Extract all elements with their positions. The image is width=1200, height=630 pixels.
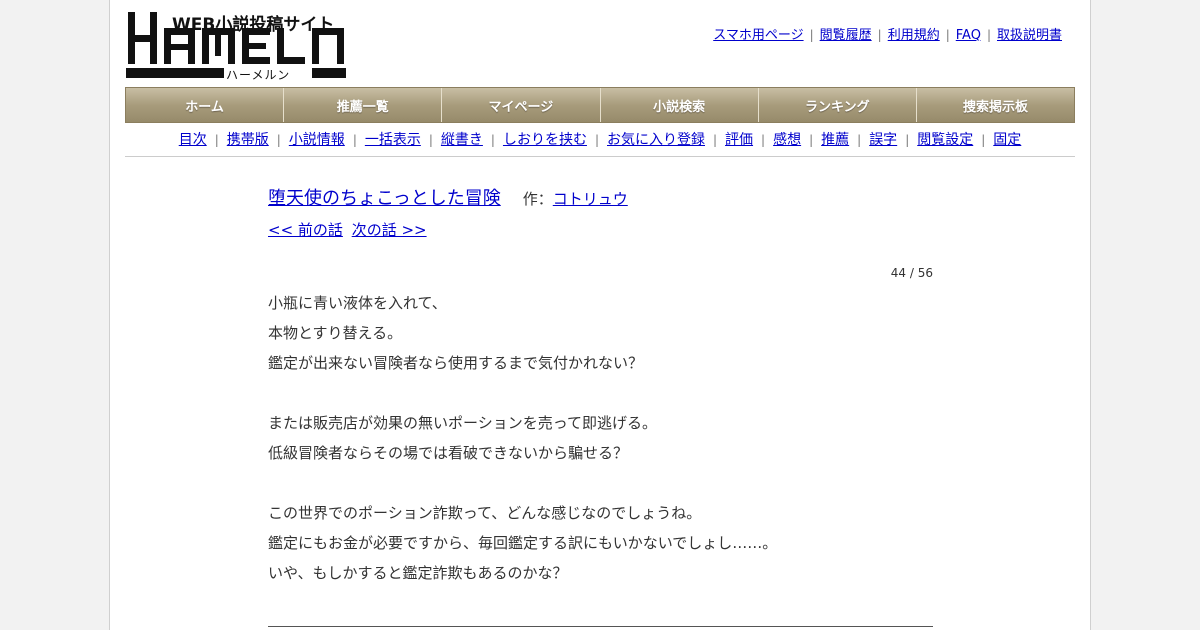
separator: |	[214, 133, 219, 147]
subnav-favorite[interactable]: お気に入り登録	[607, 132, 705, 148]
separator: |	[761, 133, 766, 147]
link-smartphone[interactable]: スマホ用ページ	[713, 28, 803, 43]
logo-kana: ハーメルン	[226, 68, 291, 82]
separator: |	[981, 133, 986, 147]
nav-ranking[interactable]: ランキング	[758, 88, 917, 122]
next-episode-link[interactable]: 次の話 >>	[352, 221, 427, 239]
separator: |	[857, 133, 862, 147]
subnav-comments[interactable]: 感想	[773, 132, 801, 148]
sub-nav: 目次 | 携帯版 | 小説情報 | 一括表示 | 縦書き | しおりを挟む | お気に入り登録 | 評価 | 感…	[125, 129, 1075, 149]
body-line: 鑑定にもお金が必要ですから、毎回鑑定する訳にもいかないでしょし……。	[268, 534, 778, 552]
separator: |	[490, 133, 495, 147]
body-line: いや、もしかすると鑑定詐欺もあるのかな？	[268, 564, 568, 582]
separator: |	[352, 133, 357, 147]
body-line	[268, 378, 933, 408]
subnav-vertical[interactable]: 縦書き	[441, 132, 483, 148]
separator: |	[428, 133, 433, 147]
subnav-show-all[interactable]: 一括表示	[365, 132, 421, 148]
divider	[125, 156, 1075, 157]
hameln-logo[interactable]: WEB小説投稿サイト ハーメルン	[126, 8, 346, 82]
subnav-toc[interactable]: 目次	[179, 132, 207, 148]
separator: |	[809, 133, 814, 147]
title-line: 堕天使のちょこっとした冒険 作：コトリュウ	[268, 184, 934, 210]
link-terms[interactable]: 利用規約	[888, 28, 940, 43]
separator: |	[877, 28, 882, 42]
author-label: 作：	[522, 190, 553, 208]
novel-title-link[interactable]: 堕天使のちょこっとした冒険	[268, 188, 501, 209]
logo-tagline: WEB小説投稿サイト	[172, 15, 335, 35]
author-link[interactable]: コトリュウ	[553, 190, 628, 208]
nav-mypage[interactable]: マイページ	[442, 88, 601, 122]
separator: |	[809, 28, 814, 42]
nav-recommend-list[interactable]: 推薦一覧	[284, 88, 443, 122]
body-line: この世界でのポーション詐欺って、どんな感じなのでしょうね。	[268, 504, 702, 522]
nav-search-board[interactable]: 捜索掲示板	[916, 88, 1075, 122]
separator: |	[986, 28, 991, 42]
separator: |	[713, 133, 718, 147]
body-line	[268, 468, 933, 498]
separator: |	[945, 28, 950, 42]
subnav-fixed[interactable]: 固定	[993, 132, 1021, 148]
subnav-rating[interactable]: 評価	[725, 132, 753, 148]
body-line: または販売店が効果の無いポーションを売って即逃げる。	[268, 414, 657, 432]
subnav-typo[interactable]: 誤字	[869, 132, 897, 148]
subnav-recommend[interactable]: 推薦	[821, 132, 849, 148]
divider	[268, 626, 933, 627]
page-container: WEB小説投稿サイト ハーメルン スマホ用ページ | 閲覧履歴 | 利用規約 | FAQ | 取…	[109, 0, 1091, 630]
episode-nav: << 前の話 次の話 >>	[268, 219, 934, 240]
body-line: 鑑定が出来ない冒険者なら使用するまで気付かれない？	[268, 354, 644, 372]
separator: |	[905, 133, 910, 147]
chapter-body: 小瓶に青い液体を入れて、 本物とすり替える。 鑑定が出来ない冒険者なら使用するま…	[268, 288, 933, 588]
subnav-view-settings[interactable]: 閲覧設定	[917, 132, 973, 148]
body-line: 本物とすり替える。	[268, 324, 403, 342]
main-nav: ホーム 推薦一覧 マイページ 小説検索 ランキング 捜索掲示板	[125, 87, 1075, 123]
prev-episode-link[interactable]: << 前の話	[268, 221, 343, 239]
episode-counter: 44 / 56	[890, 266, 933, 280]
nav-novel-search[interactable]: 小説検索	[600, 88, 759, 122]
separator: |	[276, 133, 281, 147]
link-faq[interactable]: FAQ	[956, 28, 981, 43]
link-history[interactable]: 閲覧履歴	[820, 28, 872, 43]
chapter-content: 堕天使のちょこっとした冒険 作：コトリュウ << 前の話 次の話 >> 44 / …	[268, 184, 934, 627]
subnav-novel-info[interactable]: 小説情報	[289, 132, 345, 148]
subnav-mobile[interactable]: 携帯版	[227, 132, 269, 148]
separator: |	[594, 133, 599, 147]
link-manual[interactable]: 取扱説明書	[997, 28, 1062, 43]
body-line: 小瓶に青い液体を入れて、	[268, 294, 447, 312]
top-links: スマホ用ページ | 閲覧履歴 | 利用規約 | FAQ | 取扱説明書	[713, 24, 1062, 43]
subnav-bookmark[interactable]: しおりを挟む	[503, 132, 587, 148]
nav-home[interactable]: ホーム	[126, 88, 285, 122]
body-line: 低級冒険者ならその場では看破できないから騙せる？	[268, 444, 629, 462]
